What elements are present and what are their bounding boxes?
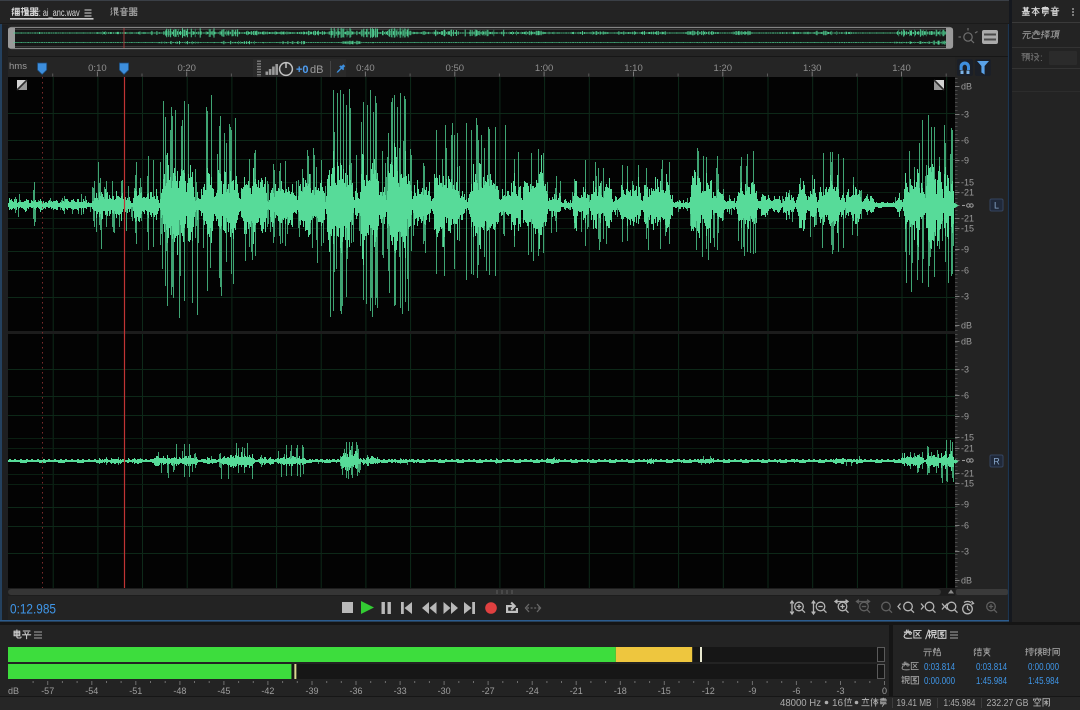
svg-text:-27: -27 <box>482 686 495 696</box>
svg-text:-15: -15 <box>961 178 974 188</box>
svg-text:-3: -3 <box>961 110 969 120</box>
svg-text:16: 16 <box>832 698 844 709</box>
svg-text:-3: -3 <box>961 365 969 375</box>
svg-text:-21: -21 <box>961 214 974 224</box>
svg-text:-6: -6 <box>961 266 969 276</box>
svg-text:-9: -9 <box>961 245 969 255</box>
svg-text:-6: -6 <box>792 686 800 696</box>
svg-text:-15: -15 <box>961 479 974 489</box>
svg-text:-48: -48 <box>173 686 186 696</box>
svg-text:0:03.814: 0:03.814 <box>976 661 1007 673</box>
svg-text:-51: -51 <box>129 686 142 696</box>
svg-text:-21: -21 <box>961 444 974 454</box>
svg-text:1:45.984: 1:45.984 <box>1028 675 1059 687</box>
svg-text:-21: -21 <box>961 188 974 198</box>
svg-text:1:45.984: 1:45.984 <box>976 675 1007 687</box>
svg-text:-21: -21 <box>570 686 583 696</box>
svg-text:L: L <box>994 201 999 211</box>
svg-text:dB: dB <box>8 686 19 696</box>
svg-text::: : <box>1040 53 1043 64</box>
svg-text:-21: -21 <box>961 469 974 479</box>
svg-text:-3: -3 <box>961 292 969 302</box>
svg-text:dB: dB <box>961 82 972 92</box>
svg-text:-9: -9 <box>961 412 969 422</box>
svg-text:-6: -6 <box>961 391 969 401</box>
svg-text:dB: dB <box>961 337 972 347</box>
svg-text:0:12.985: 0:12.985 <box>10 601 56 617</box>
svg-text:0:03.814: 0:03.814 <box>924 661 955 673</box>
svg-text:-33: -33 <box>394 686 407 696</box>
svg-text:-24: -24 <box>526 686 539 696</box>
svg-text:0:00.000: 0:00.000 <box>924 675 955 687</box>
svg-text:-9: -9 <box>748 686 756 696</box>
svg-text:232.27 GB: 232.27 GB <box>987 698 1029 709</box>
svg-text:1:45.984: 1:45.984 <box>944 698 976 709</box>
svg-text:48000 Hz: 48000 Hz <box>780 698 821 709</box>
svg-text:-15: -15 <box>961 433 974 443</box>
svg-text:-36: -36 <box>349 686 362 696</box>
svg-text:dB: dB <box>310 64 323 76</box>
svg-text:-6: -6 <box>961 136 969 146</box>
svg-text:0:00.000: 0:00.000 <box>1028 661 1059 673</box>
svg-text:-9: -9 <box>961 156 969 166</box>
svg-text:-45: -45 <box>217 686 230 696</box>
svg-text:+0: +0 <box>296 64 309 76</box>
svg-text:-15: -15 <box>961 224 974 234</box>
svg-text:-30: -30 <box>438 686 451 696</box>
svg-text:dB: dB <box>961 321 972 331</box>
svg-text:-57: -57 <box>41 686 54 696</box>
svg-text:hms: hms <box>9 61 27 72</box>
svg-text:-39: -39 <box>305 686 318 696</box>
svg-text:-42: -42 <box>261 686 274 696</box>
svg-text:dB: dB <box>961 576 972 586</box>
svg-text:: ai_anc.wav: : ai_anc.wav <box>39 7 81 19</box>
svg-text:-15: -15 <box>658 686 671 696</box>
svg-text:-9: -9 <box>961 500 969 510</box>
svg-text:19.41 MB: 19.41 MB <box>897 698 932 709</box>
svg-text:-54: -54 <box>85 686 98 696</box>
svg-text:R: R <box>993 457 1000 467</box>
svg-text:-3: -3 <box>961 547 969 557</box>
svg-text:-12: -12 <box>702 686 715 696</box>
svg-text:0: 0 <box>882 686 887 696</box>
svg-text:-18: -18 <box>614 686 627 696</box>
svg-text:-3: -3 <box>836 686 844 696</box>
svg-text:-6: -6 <box>961 521 969 531</box>
